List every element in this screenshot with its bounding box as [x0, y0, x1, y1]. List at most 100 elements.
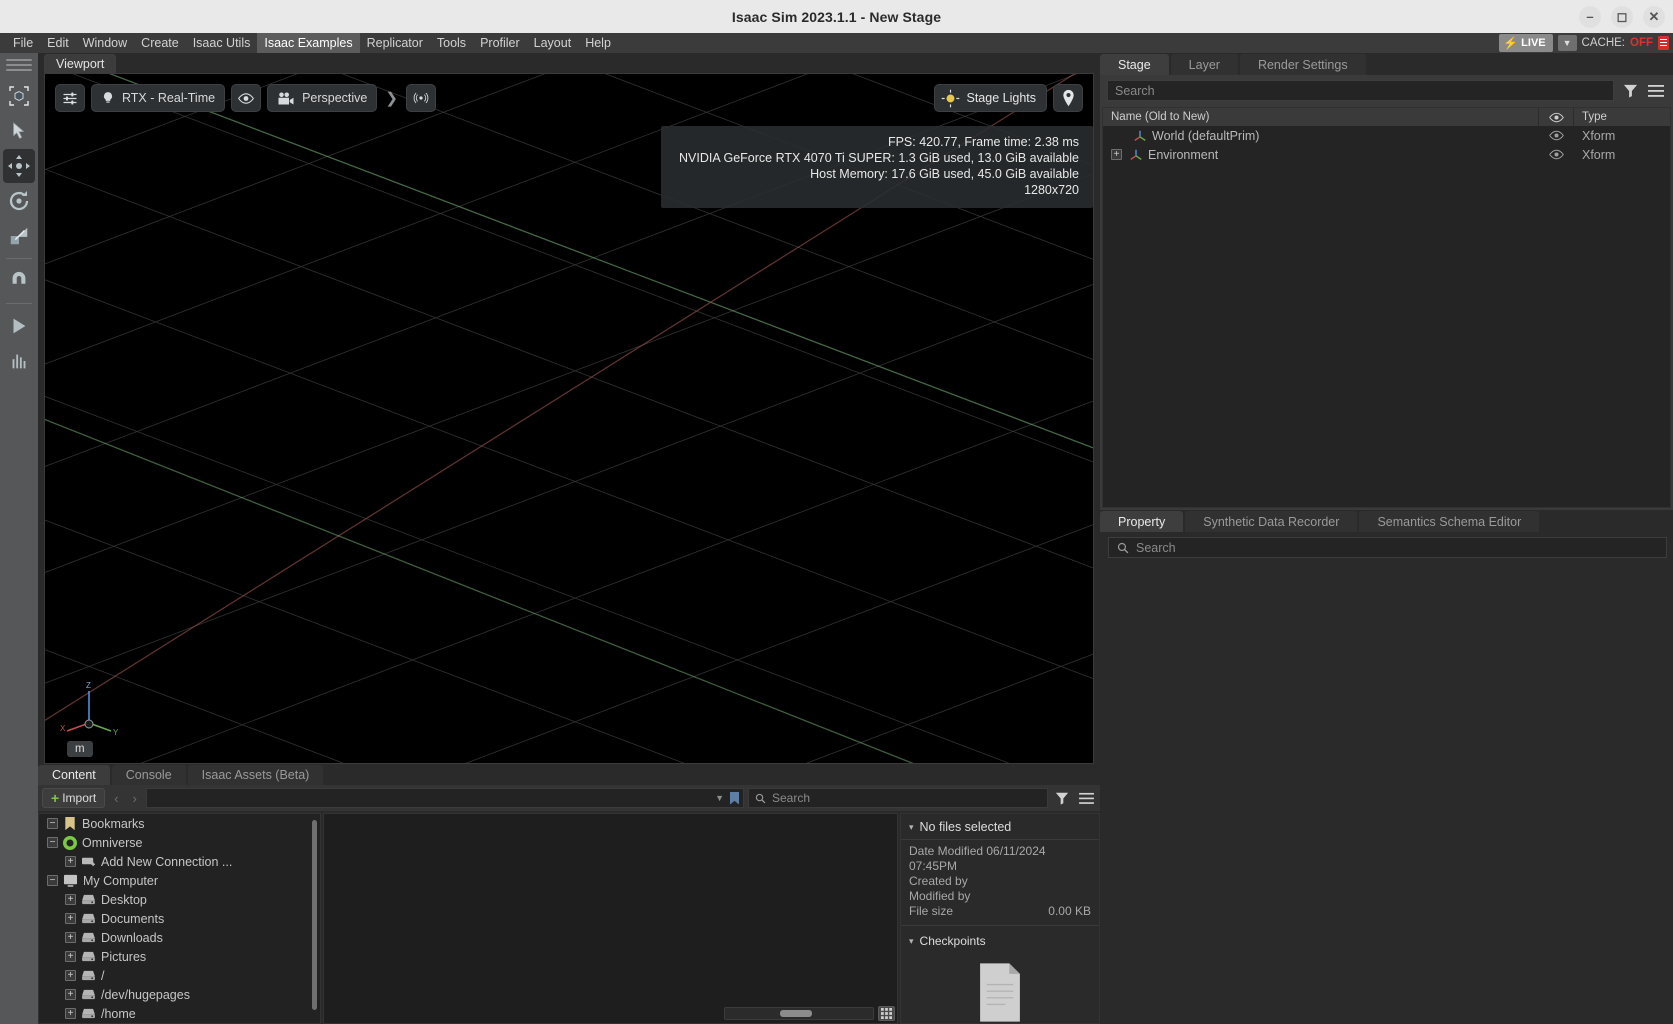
play-icon[interactable] — [3, 309, 35, 343]
column-header-type[interactable]: Type — [1574, 111, 1670, 123]
stage-row-world[interactable]: World (defaultPrim) Xform — [1103, 126, 1670, 145]
column-header-visibility-icon[interactable] — [1538, 108, 1574, 126]
path-input[interactable]: ▼ — [145, 788, 744, 808]
file-grid[interactable] — [323, 813, 898, 1024]
stage-row-visibility-icon[interactable] — [1538, 130, 1574, 141]
import-label: Import — [62, 791, 97, 805]
tree-item-downloads[interactable]: + Downloads — [39, 928, 320, 947]
menu-edit[interactable]: Edit — [40, 33, 76, 53]
stage-row-visibility-icon[interactable] — [1538, 149, 1574, 160]
chevron-down-icon[interactable]: ▼ — [715, 793, 724, 803]
svg-text:Z: Z — [86, 681, 91, 690]
tab-content[interactable]: Content — [38, 765, 110, 785]
tree-item-home[interactable]: + /home — [39, 1004, 320, 1023]
axis-gizmo[interactable]: Z X Y — [59, 679, 121, 741]
stage-search-input[interactable]: Search — [1107, 80, 1614, 101]
expand-toggle[interactable]: + — [65, 913, 76, 924]
content-filter-icon[interactable] — [1052, 788, 1072, 808]
tree-vertical-scrollbar[interactable] — [312, 820, 317, 1010]
maximize-button[interactable]: ◻ — [1611, 5, 1633, 28]
toolbar-drag-handle[interactable] — [6, 57, 32, 73]
menu-layout[interactable]: Layout — [527, 33, 579, 53]
expand-toggle[interactable]: − — [47, 837, 58, 848]
expand-toggle[interactable]: − — [47, 818, 58, 829]
menu-tools[interactable]: Tools — [430, 33, 473, 53]
tree-item-add-new-connection[interactable]: + Add New Connection ... — [39, 852, 320, 871]
menu-file[interactable]: File — [6, 33, 40, 53]
stage-lights-button[interactable]: Stage Lights — [933, 84, 1047, 112]
stage-filter-icon[interactable] — [1620, 81, 1640, 101]
expand-toggle[interactable]: + — [65, 951, 76, 962]
expand-toggle[interactable]: + — [65, 932, 76, 943]
tree-item-dev-hugepages[interactable]: + /dev/hugepages — [39, 985, 320, 1004]
tab-semantics-schema-editor[interactable]: Semantics Schema Editor — [1359, 511, 1540, 532]
tree-item-pictures[interactable]: + Pictures — [39, 947, 320, 966]
tab-viewport[interactable]: Viewport — [44, 54, 117, 73]
expand-toggle[interactable]: + — [65, 970, 76, 981]
live-button[interactable]: ⚡ LIVE — [1499, 34, 1553, 52]
slider-thumb[interactable] — [780, 1009, 812, 1017]
menu-isaac-examples[interactable]: Isaac Examples — [257, 33, 360, 53]
tab-stage[interactable]: Stage — [1100, 54, 1169, 75]
bookmark-ribbon-icon[interactable] — [730, 791, 739, 805]
tab-synthetic-data-recorder[interactable]: Synthetic Data Recorder — [1185, 511, 1358, 532]
expand-toggle[interactable]: − — [47, 875, 58, 886]
physics-inspector-icon[interactable] — [3, 344, 35, 378]
camera-selector[interactable]: Perspective — [267, 84, 378, 112]
tree-item-documents[interactable]: + Documents — [39, 909, 320, 928]
grid-view-toggle-icon[interactable] — [878, 1005, 895, 1021]
tree-item-desktop[interactable]: + Desktop — [39, 890, 320, 909]
select-bounds-icon[interactable] — [3, 79, 35, 113]
viewport-toolbar-expand[interactable]: ❯ — [383, 89, 400, 107]
cache-document-icon[interactable] — [1658, 36, 1669, 50]
tab-console[interactable]: Console — [111, 765, 186, 785]
checkpoints-section-header[interactable]: ▾ Checkpoints — [901, 925, 1099, 954]
viewport-unit-badge[interactable]: m — [67, 741, 93, 757]
stage-row-environment[interactable]: + Environment Xform — [1103, 145, 1670, 164]
stage-options-icon[interactable] — [1646, 81, 1666, 101]
renderer-selector[interactable]: RTX - Real-Time — [91, 84, 226, 112]
menu-create[interactable]: Create — [134, 33, 186, 53]
eye-visibility-icon[interactable] — [231, 84, 262, 112]
close-button[interactable]: ✕ — [1643, 5, 1665, 28]
menu-profiler[interactable]: Profiler — [473, 33, 527, 53]
content-options-icon[interactable] — [1076, 788, 1096, 808]
expand-toggle[interactable]: + — [65, 989, 76, 1000]
location-pin-icon[interactable] — [1053, 84, 1083, 112]
tab-property[interactable]: Property — [1100, 511, 1184, 532]
expand-toggle[interactable]: + — [65, 1008, 76, 1019]
property-search-input[interactable]: Search — [1108, 537, 1667, 558]
tree-item-my-computer[interactable]: − My Computer — [39, 871, 320, 890]
tree-item-omniverse[interactable]: − Omniverse — [39, 833, 320, 852]
nav-forward-button[interactable]: › — [128, 791, 142, 806]
expand-toggle[interactable]: + — [65, 856, 76, 867]
grid-zoom-slider[interactable] — [724, 1006, 874, 1020]
rotate-gizmo-icon[interactable] — [3, 184, 35, 218]
cursor-arrow-icon[interactable] — [3, 114, 35, 148]
tab-isaac-assets[interactable]: Isaac Assets (Beta) — [187, 765, 324, 785]
live-dropdown-button[interactable]: ▼ — [1557, 35, 1577, 51]
column-header-name[interactable]: Name (Old to New) — [1103, 111, 1538, 123]
viewport-3d[interactable]: RTX - Real-Time Perspective ❯ Stage Ligh… — [44, 73, 1094, 764]
content-tree[interactable]: − Bookmarks − Omniverse + Add New Connec… — [38, 813, 321, 1024]
magnet-snap-icon[interactable] — [3, 264, 35, 298]
expand-toggle[interactable]: + — [1111, 149, 1122, 160]
menu-window[interactable]: Window — [76, 33, 134, 53]
settings-sliders-icon[interactable] — [55, 84, 85, 112]
import-button[interactable]: + Import — [42, 788, 106, 808]
tree-item-root[interactable]: + / — [39, 966, 320, 985]
nav-back-button[interactable]: ‹ — [109, 791, 123, 806]
tree-item-bookmarks[interactable]: − Bookmarks — [39, 814, 320, 833]
menu-help[interactable]: Help — [578, 33, 618, 53]
tab-render-settings[interactable]: Render Settings — [1239, 54, 1366, 75]
minimize-button[interactable]: – — [1579, 5, 1601, 28]
move-gizmo-icon[interactable] — [3, 149, 35, 183]
details-header[interactable]: ▾ No files selected — [901, 814, 1099, 839]
menu-replicator[interactable]: Replicator — [360, 33, 430, 53]
expand-toggle[interactable]: + — [65, 894, 76, 905]
tab-layer[interactable]: Layer — [1170, 54, 1238, 75]
content-search-input[interactable]: Search — [748, 788, 1048, 808]
scale-gizmo-icon[interactable] — [3, 219, 35, 253]
sensor-waves-icon[interactable] — [405, 84, 436, 112]
menu-isaac-utils[interactable]: Isaac Utils — [186, 33, 258, 53]
